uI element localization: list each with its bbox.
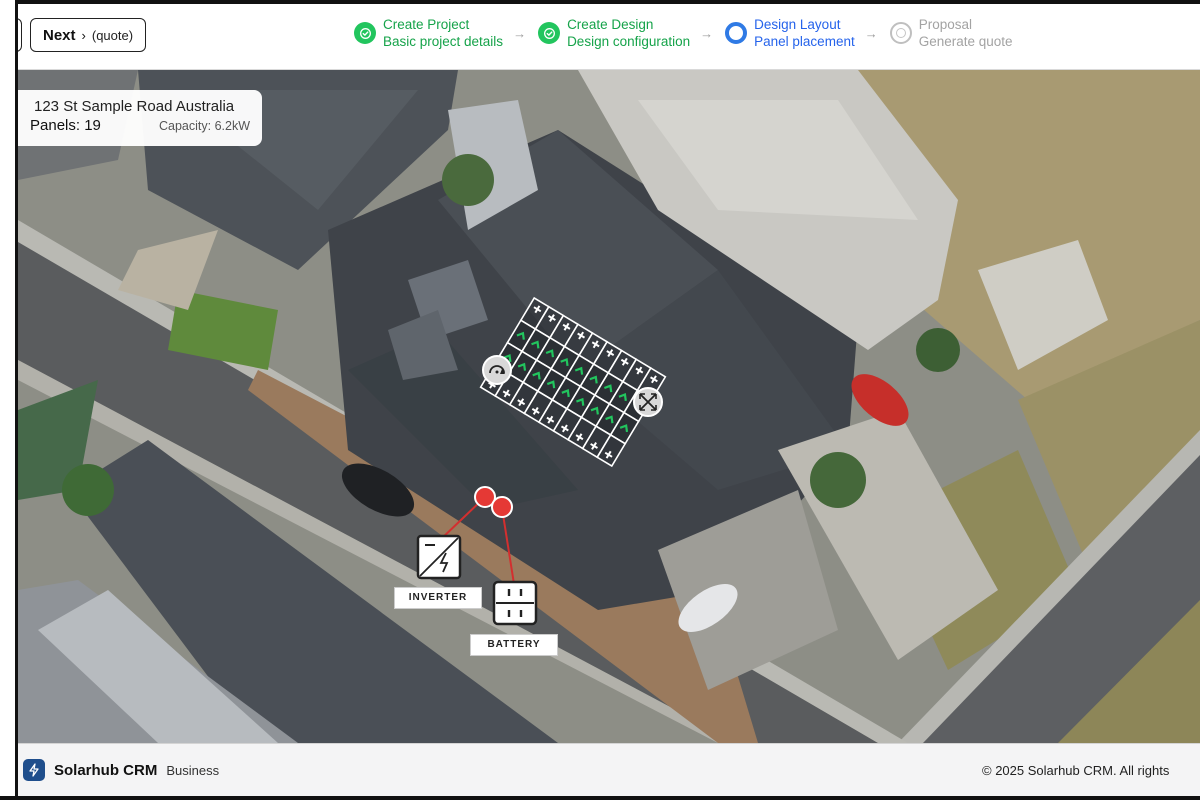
window-edge-left: [0, 0, 18, 800]
battery-icon[interactable]: [492, 580, 538, 626]
step-title: Create Design: [567, 17, 654, 32]
window-edge-top: [0, 0, 1200, 4]
step-design-layout[interactable]: Design Layout Panel placement: [725, 16, 855, 50]
window-edge-bottom: [0, 796, 1200, 800]
plan-tier: Business: [166, 762, 220, 778]
step-create-project[interactable]: Create Project Basic project details: [354, 16, 503, 50]
step-title: Create Project: [383, 17, 470, 32]
step-create-design[interactable]: Create Design Design configuration: [538, 16, 690, 50]
step-title: Proposal: [918, 17, 973, 32]
step-subtitle: Panel placement: [754, 34, 855, 49]
move-handle[interactable]: [633, 387, 663, 417]
panel-count: Panels: 19: [30, 117, 101, 134]
arrow-right-icon: →: [700, 25, 714, 41]
step-subtitle: Generate quote: [918, 34, 1013, 49]
next-button-sublabel: (quote): [91, 27, 134, 43]
chevron-right-icon: ›: [81, 27, 86, 43]
check-circle-icon: [538, 22, 561, 44]
arrow-right-icon: →: [513, 25, 527, 41]
current-step-icon: [725, 22, 748, 44]
inverter-label: INVERTER: [394, 587, 482, 609]
next-button[interactable]: Next › (quote): [30, 18, 147, 52]
equipment-overlay: [416, 355, 663, 626]
satellite-map[interactable]: [18, 70, 1200, 743]
copyright-text: © 2025 Solarhub CRM. All rights: [982, 762, 1170, 778]
battery-label: BATTERY: [470, 634, 558, 656]
app-footer: Solarhub CRM Business © 2025 Solarhub CR…: [18, 743, 1200, 796]
project-info-card: 123 St Sample Road Australia Panels: 19 …: [18, 90, 262, 146]
app-window: Next › (quote) Create Project Basic proj…: [0, 0, 1200, 800]
rotate-handle[interactable]: [482, 355, 512, 385]
step-title: Design Layout: [754, 17, 841, 32]
step-subtitle: Design configuration: [567, 34, 691, 49]
arrow-right-icon: →: [864, 25, 878, 41]
inverter-icon[interactable]: [416, 534, 462, 580]
wizard-header: Next › (quote) Create Project Basic proj…: [12, 4, 1200, 70]
brand-name: Solarhub CRM: [54, 761, 158, 779]
step-proposal[interactable]: Proposal Generate quote: [889, 16, 1013, 50]
step-subtitle: Basic project details: [383, 34, 504, 49]
next-button-label: Next: [43, 26, 76, 44]
pending-step-icon: [889, 22, 912, 44]
system-capacity: Capacity: 6.2kW: [158, 119, 250, 133]
check-circle-icon: [354, 22, 376, 44]
battery-marker[interactable]: [491, 496, 513, 518]
progress-stepper: Create Project Basic project details → C…: [354, 16, 1013, 50]
lightning-logo-icon: [23, 759, 45, 781]
project-address: 123 St Sample Road Australia: [34, 98, 235, 115]
